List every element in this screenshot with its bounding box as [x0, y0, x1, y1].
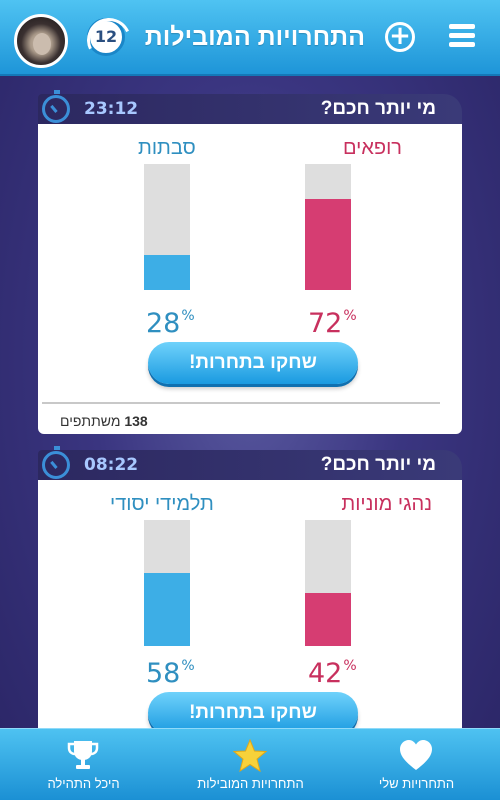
user-avatar[interactable] — [14, 14, 68, 68]
team-left-percent: 28% — [146, 300, 195, 340]
percent-symbol: % — [343, 658, 357, 674]
team-left-percent: 58% — [146, 650, 195, 690]
team-left-bar — [144, 520, 190, 646]
stopwatch-icon — [42, 90, 70, 123]
stopwatch-icon — [42, 446, 70, 479]
nav-label: התחרויות המובילות — [197, 776, 304, 791]
nav-label: היכל התהילה — [47, 776, 120, 791]
challenge-timer: 23:12 — [84, 99, 139, 119]
percent-symbol: % — [181, 308, 195, 324]
team-left-percent-value: 58 — [146, 658, 181, 689]
team-left-bar — [144, 164, 190, 290]
participants-label: משתתפים — [60, 413, 121, 429]
team-right-fill — [305, 593, 351, 646]
team-left-percent-value: 28 — [146, 308, 181, 339]
challenge-title: מי יותר חכם? — [320, 454, 436, 475]
participants-number: 138 — [124, 413, 148, 429]
team-right-bar — [305, 520, 351, 646]
trophy-icon — [67, 741, 99, 769]
team-right-name: רופאים — [343, 137, 402, 159]
challenge-card: 23:12 מי יותר חכם? רופאים סבתות 72% 28% … — [38, 90, 462, 434]
nav-item-my-challenges[interactable]: התחרויות שלי — [333, 729, 500, 800]
hamburger-menu-icon[interactable] — [449, 24, 475, 48]
percent-symbol: % — [181, 658, 195, 674]
team-right-fill — [305, 199, 351, 290]
participants-count: 138 משתתפים — [60, 412, 148, 430]
nav-item-top-challenges[interactable]: התחרויות המובילות — [167, 729, 334, 800]
challenge-timer: 08:22 — [84, 455, 139, 475]
challenge-title: מי יותר חכם? — [320, 98, 436, 119]
challenge-header: 08:22 מי יותר חכם? — [38, 446, 462, 480]
team-right-name: נהגי מוניות — [341, 493, 432, 515]
team-left-name: תלמידי יסודי — [110, 493, 214, 515]
percent-symbol: % — [343, 308, 357, 324]
team-left-name: סבתות — [138, 137, 196, 159]
challenge-body: רופאים סבתות 72% 28% שחקו בתחרות! 138 מש… — [38, 124, 462, 434]
page-title: התחרויות המובילות — [144, 23, 365, 51]
team-right-percent-value: 72 — [308, 308, 343, 339]
challenge-card: 08:22 מי יותר חכם? נהגי מוניות תלמידי יס… — [38, 446, 462, 770]
level-badge[interactable]: 12 — [87, 18, 125, 56]
challenge-body: נהגי מוניות תלמידי יסודי 42% 58% שחקו בת… — [38, 480, 462, 770]
team-left-fill — [144, 572, 190, 646]
play-challenge-button[interactable]: שחקו בתחרות! — [148, 342, 358, 384]
heart-icon — [400, 740, 432, 770]
nav-label: התחרויות שלי — [378, 776, 455, 791]
nav-item-hall-of-fame[interactable]: היכל התהילה — [0, 729, 167, 800]
bottom-nav: התחרויות שלי התחרויות המובילות היכל התהי… — [0, 728, 500, 800]
app-header: 12 התחרויות המובילות + — [0, 0, 500, 76]
plus-circle-icon[interactable]: + — [385, 22, 415, 52]
team-right-bar — [305, 164, 351, 290]
team-right-percent: 42% — [308, 650, 357, 690]
team-right-percent: 72% — [308, 300, 357, 340]
challenge-header: 23:12 מי יותר חכם? — [38, 90, 462, 124]
avatar-face — [33, 33, 51, 55]
star-icon — [233, 739, 267, 773]
team-right-percent-value: 42 — [308, 658, 343, 689]
divider — [42, 402, 440, 404]
team-left-fill — [144, 254, 190, 290]
